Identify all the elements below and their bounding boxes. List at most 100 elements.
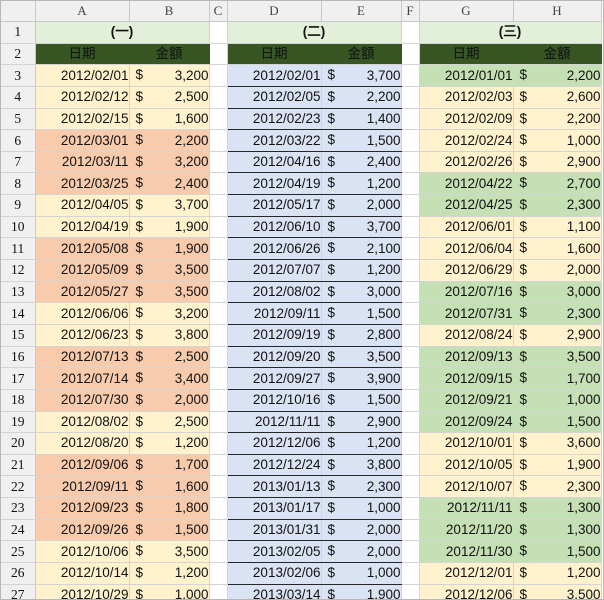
row-header[interactable]: 22 bbox=[1, 475, 36, 499]
spacer-cell[interactable] bbox=[401, 324, 420, 347]
date-cell[interactable]: 2012/09/24 bbox=[419, 411, 514, 434]
amount-cell[interactable]: $1,500 bbox=[129, 519, 210, 542]
amount-cell[interactable]: $3,500 bbox=[513, 346, 602, 369]
amount-cell[interactable]: $1,900 bbox=[513, 454, 602, 477]
row-header[interactable]: 18 bbox=[1, 389, 36, 412]
row-header[interactable]: 16 bbox=[1, 346, 36, 369]
date-cell[interactable]: 2012/09/11 bbox=[35, 475, 130, 499]
amount-header[interactable]: 金額 bbox=[513, 43, 602, 66]
amount-header[interactable]: 金額 bbox=[129, 43, 210, 66]
date-cell[interactable]: 2012/02/12 bbox=[35, 86, 130, 109]
spacer-cell[interactable] bbox=[401, 281, 420, 304]
column-header-e[interactable]: E bbox=[321, 1, 402, 22]
amount-cell[interactable]: $2,500 bbox=[129, 346, 210, 369]
amount-cell[interactable]: $1,200 bbox=[321, 172, 402, 196]
spacer-cell[interactable] bbox=[401, 302, 420, 325]
amount-cell[interactable]: $1,500 bbox=[321, 302, 402, 325]
date-cell[interactable]: 2012/05/17 bbox=[227, 194, 322, 217]
amount-cell[interactable]: $3,000 bbox=[321, 281, 402, 304]
row-header[interactable]: 15 bbox=[1, 324, 36, 347]
amount-cell[interactable]: $3,700 bbox=[321, 64, 402, 87]
date-cell[interactable]: 2012/02/24 bbox=[419, 129, 514, 152]
spacer-cell[interactable] bbox=[401, 367, 420, 390]
amount-cell[interactable]: $3,500 bbox=[513, 584, 602, 599]
row-header[interactable]: 14 bbox=[1, 302, 36, 325]
date-cell[interactable]: 2012/09/13 bbox=[419, 346, 514, 369]
date-cell[interactable]: 2012/02/23 bbox=[227, 108, 322, 131]
row-header[interactable]: 12 bbox=[1, 259, 36, 282]
amount-cell[interactable]: $2,500 bbox=[129, 411, 210, 434]
spacer-cell[interactable] bbox=[401, 389, 420, 412]
date-cell[interactable]: 2012/04/19 bbox=[227, 172, 322, 196]
spacer-cell[interactable] bbox=[209, 302, 228, 325]
spacer-cell[interactable] bbox=[209, 389, 228, 412]
spacer-cell[interactable] bbox=[209, 64, 228, 87]
date-cell[interactable]: 2012/05/27 bbox=[35, 281, 130, 304]
row-header[interactable]: 23 bbox=[1, 497, 36, 520]
amount-cell[interactable]: $2,600 bbox=[513, 86, 602, 109]
date-cell[interactable]: 2012/09/23 bbox=[35, 497, 130, 520]
spacer-cell[interactable] bbox=[401, 129, 420, 152]
date-cell[interactable]: 2012/02/09 bbox=[419, 108, 514, 131]
date-cell[interactable]: 2012/07/30 bbox=[35, 389, 130, 412]
amount-cell[interactable]: $2,200 bbox=[129, 129, 210, 152]
amount-cell[interactable]: $3,800 bbox=[129, 324, 210, 347]
amount-cell[interactable]: $2,900 bbox=[513, 324, 602, 347]
amount-cell[interactable]: $1,700 bbox=[513, 367, 602, 390]
row-header[interactable]: 17 bbox=[1, 367, 36, 390]
row-header[interactable]: 26 bbox=[1, 562, 36, 585]
date-cell[interactable]: 2012/03/22 bbox=[227, 129, 322, 152]
spacer-cell[interactable] bbox=[401, 432, 420, 455]
row-header[interactable]: 6 bbox=[1, 129, 36, 152]
date-cell[interactable]: 2012/12/24 bbox=[227, 454, 322, 477]
spacer-cell[interactable] bbox=[209, 259, 228, 282]
date-cell[interactable]: 2012/12/06 bbox=[419, 584, 514, 599]
amount-cell[interactable]: $3,500 bbox=[129, 540, 210, 564]
column-header-b[interactable]: B bbox=[129, 1, 210, 22]
spacer-cell[interactable] bbox=[209, 108, 228, 131]
date-cell[interactable]: 2012/11/20 bbox=[419, 519, 514, 542]
select-all-corner[interactable] bbox=[1, 1, 36, 22]
amount-cell[interactable]: $1,000 bbox=[321, 562, 402, 585]
date-cell[interactable]: 2012/02/01 bbox=[35, 64, 130, 87]
date-header[interactable]: 日期 bbox=[227, 43, 322, 66]
date-cell[interactable]: 2012/04/19 bbox=[35, 216, 130, 239]
spacer-cell[interactable] bbox=[401, 497, 420, 520]
row-header[interactable]: 3 bbox=[1, 64, 36, 87]
date-cell[interactable]: 2012/06/26 bbox=[227, 237, 322, 261]
row-header[interactable]: 2 bbox=[1, 43, 36, 66]
date-cell[interactable]: 2013/01/17 bbox=[227, 497, 322, 520]
amount-cell[interactable]: $1,700 bbox=[129, 454, 210, 477]
column-header-f[interactable]: F bbox=[401, 1, 420, 22]
spacer-cell[interactable] bbox=[209, 151, 228, 174]
spacer-cell[interactable] bbox=[209, 432, 228, 455]
spacer-cell[interactable] bbox=[209, 216, 228, 239]
amount-cell[interactable]: $1,900 bbox=[321, 584, 402, 599]
date-cell[interactable]: 2012/10/29 bbox=[35, 584, 130, 599]
amount-cell[interactable]: $3,700 bbox=[321, 216, 402, 239]
spacer-cell[interactable] bbox=[401, 346, 420, 369]
spacer-cell[interactable] bbox=[209, 129, 228, 152]
amount-cell[interactable]: $1,500 bbox=[513, 411, 602, 434]
date-cell[interactable]: 2012/07/14 bbox=[35, 367, 130, 390]
spacer-cell[interactable] bbox=[401, 151, 420, 174]
amount-cell[interactable]: $3,500 bbox=[129, 281, 210, 304]
amount-cell[interactable]: $1,300 bbox=[513, 519, 602, 542]
spacer-cell[interactable] bbox=[209, 584, 228, 599]
date-cell[interactable]: 2012/11/30 bbox=[419, 540, 514, 564]
date-cell[interactable]: 2012/10/06 bbox=[35, 540, 130, 564]
amount-cell[interactable]: $3,000 bbox=[513, 281, 602, 304]
date-cell[interactable]: 2012/07/16 bbox=[419, 281, 514, 304]
amount-cell[interactable]: $2,200 bbox=[513, 64, 602, 87]
date-cell[interactable]: 2012/09/06 bbox=[35, 454, 130, 477]
date-cell[interactable]: 2012/09/27 bbox=[227, 367, 322, 390]
spacer-cell[interactable] bbox=[209, 43, 228, 66]
date-cell[interactable]: 2012/06/06 bbox=[35, 302, 130, 325]
date-cell[interactable]: 2012/10/05 bbox=[419, 454, 514, 477]
amount-cell[interactable]: $2,100 bbox=[321, 237, 402, 261]
date-cell[interactable]: 2012/09/26 bbox=[35, 519, 130, 542]
column-header-a[interactable]: A bbox=[35, 1, 130, 22]
spacer-cell[interactable] bbox=[209, 21, 228, 44]
column-header-d[interactable]: D bbox=[227, 1, 322, 22]
amount-cell[interactable]: $3,900 bbox=[321, 367, 402, 390]
